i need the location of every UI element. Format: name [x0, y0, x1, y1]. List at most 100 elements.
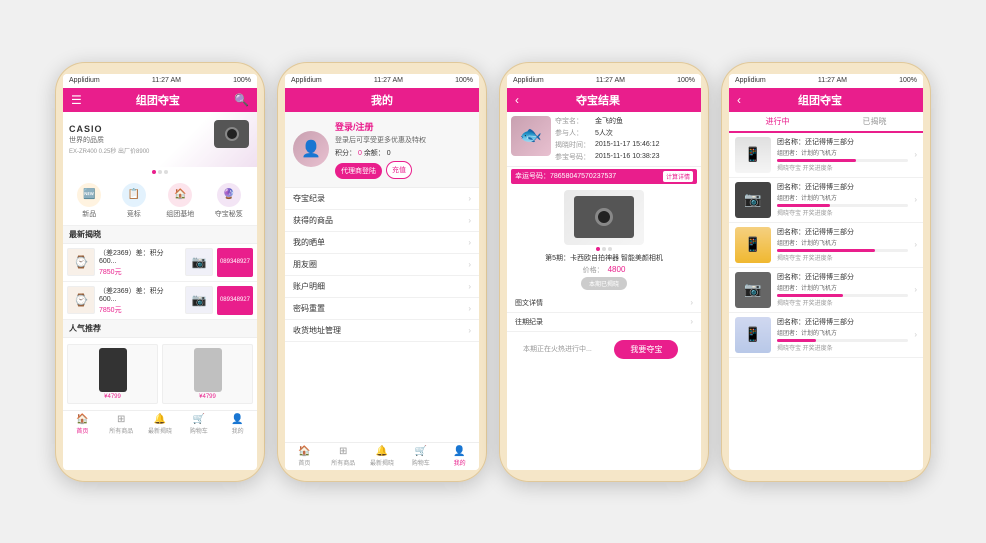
new-icon-2: 🔔	[376, 446, 388, 457]
carrier-2: Applidium	[291, 77, 322, 84]
nav-cart-1[interactable]: 🛒 购物车	[179, 411, 218, 438]
group-info-3: 团名称：还记得博三部分 组团者：计划的飞机方 揭晓夺宝 开奖进度条	[777, 227, 908, 262]
menu-list: 夺宝纪录 › 获得的商品 › 我的晒单 › 朋友圈 › 账户明细 ›	[285, 188, 479, 442]
menu-icon[interactable]: ☰	[71, 93, 82, 107]
casio-slogan: 世界的品质	[69, 135, 149, 145]
calc-btn[interactable]: 计算详情	[663, 171, 693, 182]
screen-4: Applidium 11:27 AM 100% ‹ 组团夺宝 进行中 已揭晓 📱	[729, 74, 923, 470]
group-info-2: 团名称：还记得博三部分 组团者：计划的飞机方 揭晓夺宝 开奖进度条	[777, 182, 908, 217]
popular-item-2[interactable]: ¥4799	[162, 344, 253, 404]
menu-account-label: 账户明细	[293, 281, 325, 292]
group-progress-bar-4	[777, 294, 843, 297]
menu-friends[interactable]: 朋友圈 ›	[285, 254, 479, 276]
nav-products-1[interactable]: ⊞ 所有商品	[102, 411, 141, 438]
group-item-5[interactable]: 📱 团名称：还记得博三部分 组团者：计划的飞机方 揭晓夺宝 开奖进度条 ›	[729, 313, 923, 358]
nav-new-1[interactable]: 🔔 最新揭晓	[141, 411, 180, 438]
home-label-2: 首页	[298, 458, 310, 467]
phone-3: Applidium 11:27 AM 100% ‹ 夺宝结果 🐟 夺宝名： 金飞…	[499, 62, 709, 482]
screen2-title: 我的	[371, 92, 393, 108]
menu-pwd[interactable]: 密码重置 ›	[285, 298, 479, 320]
cat-group[interactable]: 🏠 组团基地	[166, 183, 194, 219]
screen-2: Applidium 11:27 AM 100% 我的 👤 登录/注册 登录后可享…	[285, 74, 479, 470]
back-icon-4[interactable]: ‹	[737, 93, 741, 107]
phone-thumb-1	[99, 348, 127, 392]
group-thumb-2: 📷	[735, 182, 771, 218]
buy-btn[interactable]: 我要夺宝	[614, 340, 678, 359]
login-btn[interactable]: 代理商登陆	[335, 163, 382, 179]
group-item-3[interactable]: 📱 团名称：还记得博三部分 组团者：计划的飞机方 揭晓夺宝 开奖进度条 ›	[729, 223, 923, 268]
menu-address[interactable]: 收货地址管理 ›	[285, 320, 479, 342]
status-bar-2: Applidium 11:27 AM 100%	[285, 74, 479, 88]
back-icon-3[interactable]: ‹	[515, 93, 519, 107]
camera-graphic	[214, 120, 249, 148]
product-name-1: （差2369）差：积分600...	[99, 248, 181, 265]
arrow-5: ›	[468, 282, 471, 291]
group-status-4: 揭晓夺宝 开奖进度条	[777, 298, 908, 307]
nav-products-2[interactable]: ⊞ 所有商品	[324, 443, 363, 470]
nav-new-2[interactable]: 🔔 最新揭晓	[363, 443, 402, 470]
menu-order[interactable]: 我的晒单 ›	[285, 232, 479, 254]
group-item-1[interactable]: 📱 团名称：还记得博三部分 组团者：计划的飞机方 揭晓夺宝 开奖进度条 ›	[729, 133, 923, 178]
cart-label-1: 购物车	[190, 426, 208, 435]
home-icon-1: 🏠	[76, 414, 88, 425]
tabs-row: 进行中 已揭晓	[729, 112, 923, 133]
cat-bid[interactable]: 📋 竞标	[122, 183, 146, 219]
menu-pwd-label: 密码重置	[293, 303, 325, 314]
group-item-2[interactable]: 📷 团名称：还记得博三部分 组团者：计划的飞机方 揭晓夺宝 开奖进度条 ›	[729, 178, 923, 223]
group-member-4: 组团者：计划的飞机方	[777, 283, 908, 292]
popular-item-1[interactable]: ¥4799	[67, 344, 158, 404]
group-item-4[interactable]: 📷 团名称：还记得博三部分 组团者：计划的飞机方 揭晓夺宝 开奖进度条 ›	[729, 268, 923, 313]
end-time: 2015-11-17 15:46:12	[595, 141, 659, 148]
cart-icon-1: 🛒	[193, 414, 205, 425]
screen-1: Applidium 11:27 AM 100% ☰ 组团夺宝 🔍 CASIO 世…	[63, 74, 257, 470]
cat-new[interactable]: 🆕 新品	[77, 183, 101, 219]
group-progress-3	[777, 249, 908, 252]
showcase-dot-1	[596, 247, 600, 251]
section-latest: 最新揭晓	[63, 226, 257, 244]
search-icon-1[interactable]: 🔍	[234, 93, 249, 107]
menu-account[interactable]: 账户明细 ›	[285, 276, 479, 298]
group-progress-5	[777, 339, 908, 342]
menu-goods[interactable]: 获得的商品 ›	[285, 210, 479, 232]
my-desc: 登录后可享受更多优惠及特权	[335, 135, 471, 145]
screen1-title: 组团夺宝	[136, 92, 180, 108]
nav-my-2[interactable]: 👤 我的	[440, 443, 479, 470]
group-member-1: 组团者：计划的飞机方	[777, 148, 908, 157]
charge-btn[interactable]: 充值	[386, 161, 412, 179]
link-detail[interactable]: 图文详情 ›	[507, 294, 701, 313]
product-row-2[interactable]: ⌚ （差2369）差：积分600... 7850元 📷 089348927	[63, 282, 257, 320]
phone-thumb-2	[194, 348, 222, 392]
product-row-1[interactable]: ⌚ （差2369）差：积分600... 7850元 📷 089348927	[63, 244, 257, 282]
battery-1: 100%	[233, 77, 251, 84]
group-thumb-3: 📱	[735, 227, 771, 263]
watch-thumb-1: ⌚	[67, 248, 95, 276]
group-list: 📱 团名称：还记得博三部分 组团者：计划的飞机方 揭晓夺宝 开奖进度条 › 📷	[729, 133, 923, 470]
status-bar-4: Applidium 11:27 AM 100%	[729, 74, 923, 88]
menu-record[interactable]: 夺宝纪录 ›	[285, 188, 479, 210]
nav-home-1[interactable]: 🏠 首页	[63, 411, 102, 438]
home-label-1: 首页	[76, 426, 88, 435]
my-icon-1: 👤	[231, 414, 243, 425]
tab-finished[interactable]: 已揭晓	[826, 112, 923, 131]
nav-bar-2: 我的	[285, 88, 479, 112]
category-row: 🆕 新品 📋 竞标 🏠 组团基地 🔮 夺宝秘笈	[63, 177, 257, 226]
product-btn-2[interactable]: 089348927	[217, 286, 253, 315]
nav-my-1[interactable]: 👤 我的	[218, 411, 257, 438]
balance-label: 余额：	[364, 150, 385, 157]
balance-value: 0	[387, 150, 391, 157]
link-arrow-1: ›	[690, 298, 693, 307]
product-btn-1[interactable]: 089348927	[217, 248, 253, 277]
products-label-1: 所有商品	[109, 426, 133, 435]
nav-cart-2[interactable]: 🛒 购物车	[401, 443, 440, 470]
cat-secret[interactable]: 🔮 夺宝秘笈	[215, 183, 243, 219]
see-btn[interactable]: 本期已揭晓	[581, 277, 627, 290]
participants-value: 5人次	[595, 128, 613, 138]
tab-ongoing[interactable]: 进行中	[729, 112, 826, 133]
link-history[interactable]: 往期纪录 ›	[507, 313, 701, 332]
group-arrow-1: ›	[914, 150, 917, 159]
group-thumb-5: 📱	[735, 317, 771, 353]
my-label-2: 我的	[454, 458, 466, 467]
login-text[interactable]: 登录/注册	[335, 120, 471, 133]
arrow-6: ›	[468, 304, 471, 313]
nav-home-2[interactable]: 🏠 首页	[285, 443, 324, 470]
